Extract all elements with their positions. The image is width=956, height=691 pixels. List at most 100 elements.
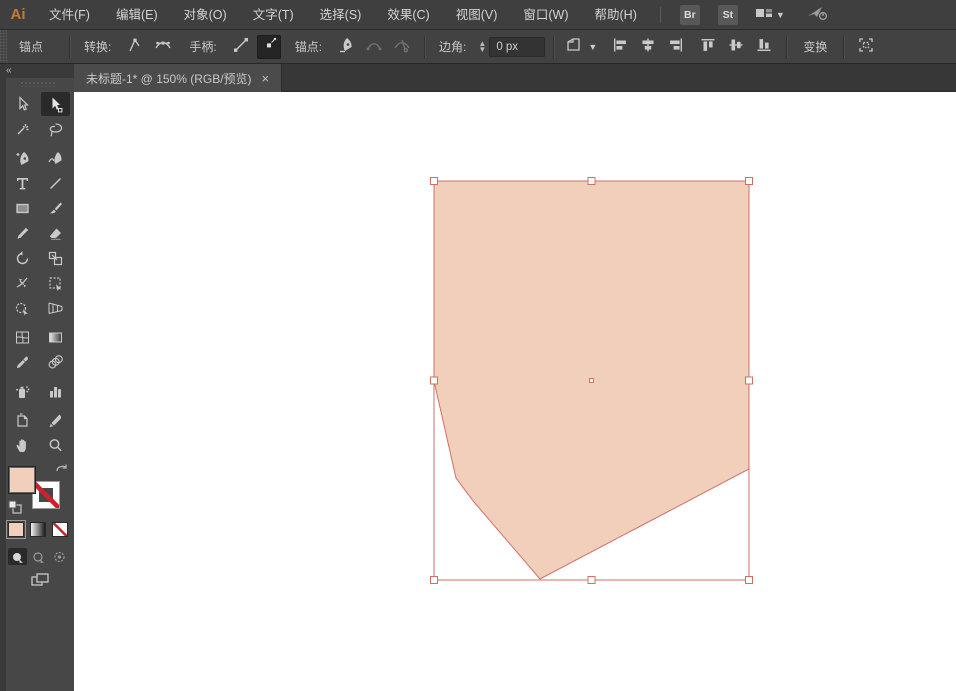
- line-segment-tool[interactable]: [41, 171, 70, 195]
- shape-builder-tool[interactable]: [8, 296, 37, 320]
- menu-object[interactable]: 对象(O): [171, 0, 240, 30]
- width-tool[interactable]: [8, 271, 37, 295]
- draw-inside-button[interactable]: [50, 548, 69, 565]
- artboard-tool[interactable]: [8, 408, 37, 432]
- symbol-sprayer-tool[interactable]: [8, 379, 37, 403]
- color-button[interactable]: [6, 520, 26, 539]
- connect-path-button[interactable]: [362, 35, 386, 59]
- close-icon[interactable]: ×: [262, 72, 270, 85]
- default-fill-stroke-icon[interactable]: [8, 500, 22, 519]
- blend-tool[interactable]: [41, 350, 70, 374]
- hide-handles-button[interactable]: [256, 34, 281, 59]
- lasso-tool[interactable]: [41, 117, 70, 141]
- type-tool[interactable]: [8, 171, 37, 195]
- convert-to-smooth-button[interactable]: [151, 35, 175, 59]
- rectangle-tool[interactable]: [8, 196, 37, 220]
- convert-to-corner-button[interactable]: [123, 35, 147, 59]
- rotate-tool[interactable]: [8, 246, 37, 270]
- cut-path-button[interactable]: [390, 35, 414, 59]
- stroke-swatch[interactable]: [32, 481, 60, 509]
- menu-effect[interactable]: 效果(C): [374, 0, 442, 30]
- slice-icon: [47, 412, 64, 429]
- stock-button[interactable]: St: [717, 4, 738, 25]
- handles-label: 手柄:: [189, 40, 217, 54]
- drawing-mode-buttons: [8, 548, 69, 565]
- divider: [786, 35, 788, 58]
- paintbrush-tool[interactable]: [41, 196, 70, 220]
- eraser-tool[interactable]: [41, 221, 70, 245]
- convert-to-smooth-icon: [154, 36, 172, 57]
- eyedropper-tool[interactable]: [8, 350, 37, 374]
- screen-mode-button[interactable]: [30, 572, 50, 593]
- fill-swatch[interactable]: [8, 466, 36, 494]
- gpu-performance-button[interactable]: [807, 5, 829, 24]
- collapse-dock-button[interactable]: «: [0, 64, 74, 78]
- corner-radius-input[interactable]: [489, 36, 546, 57]
- workspace-switcher-icon: [755, 6, 773, 23]
- align-left-button[interactable]: [608, 35, 632, 59]
- show-handles-button[interactable]: [229, 35, 253, 59]
- perspective-grid-tool[interactable]: [41, 296, 70, 320]
- hand-tool[interactable]: [8, 433, 37, 457]
- menu-help[interactable]: 帮助(H): [582, 0, 650, 30]
- menu-edit[interactable]: 编辑(E): [103, 0, 171, 30]
- zoom-icon: [47, 437, 64, 454]
- fill-stroke-controls: [6, 460, 72, 660]
- align-right-button[interactable]: [664, 35, 688, 59]
- pencil-tool[interactable]: [8, 221, 37, 245]
- align-h-center-button[interactable]: [636, 35, 660, 59]
- menu-window[interactable]: 窗口(W): [510, 0, 581, 30]
- align-bottom-button[interactable]: [752, 35, 776, 59]
- blend-icon: [47, 354, 64, 371]
- artboard-options-button[interactable]: ▼: [564, 35, 598, 59]
- align-right-icon: [668, 37, 684, 56]
- dock-grip[interactable]: [20, 81, 56, 87]
- selection-tool[interactable]: [8, 92, 37, 116]
- pen-tool[interactable]: [8, 146, 37, 170]
- workspace-switcher-button[interactable]: ▼: [755, 6, 785, 23]
- gradient-button[interactable]: [30, 522, 46, 537]
- chevron-down-icon: ▼: [775, 9, 785, 20]
- transform-button[interactable]: 变换: [795, 35, 835, 58]
- context-label: 锚点: [19, 40, 44, 54]
- remove-anchor-button[interactable]: [334, 35, 358, 59]
- mesh-icon: [14, 329, 31, 346]
- none-button[interactable]: [52, 522, 68, 537]
- zoom-tool[interactable]: [41, 433, 70, 457]
- align-top-button[interactable]: [696, 35, 720, 59]
- menu-select[interactable]: 选择(S): [307, 0, 375, 30]
- align-v-center-button[interactable]: [724, 35, 748, 59]
- isolate-selection-button[interactable]: [854, 35, 878, 59]
- divider: [553, 35, 555, 58]
- bridge-button[interactable]: Br: [679, 4, 700, 25]
- artboard-options-icon: [565, 36, 585, 57]
- document-canvas[interactable]: [74, 92, 956, 691]
- none-slash-icon: [33, 482, 59, 508]
- scale-tool[interactable]: [41, 246, 70, 270]
- paintbrush-icon: [47, 200, 64, 217]
- column-graph-tool[interactable]: [41, 379, 70, 403]
- menu-file[interactable]: 文件(F): [36, 0, 103, 30]
- slice-tool[interactable]: [41, 408, 70, 432]
- stepper-down-icon[interactable]: ▼: [478, 45, 486, 53]
- mesh-tool[interactable]: [8, 325, 37, 349]
- gradient-tool[interactable]: [41, 325, 70, 349]
- direct-selection-tool[interactable]: [41, 92, 70, 116]
- menu-type[interactable]: 文字(T): [240, 0, 307, 30]
- corner-stepper[interactable]: ▲ ▼: [478, 39, 486, 53]
- draw-normal-button[interactable]: [8, 548, 27, 565]
- document-tab[interactable]: 未标题-1* @ 150% (RGB/预览) ×: [74, 64, 283, 92]
- align-left-icon: [612, 37, 628, 56]
- collapse-icon: «: [6, 65, 12, 76]
- type-icon: [14, 175, 31, 192]
- draw-behind-button[interactable]: [29, 548, 48, 565]
- menu-view[interactable]: 视图(V): [443, 0, 511, 30]
- control-bar-grip[interactable]: [0, 30, 7, 63]
- toolbar-panel: «: [0, 64, 74, 691]
- magic-wand-tool[interactable]: [8, 117, 37, 141]
- free-transform-tool[interactable]: [41, 271, 70, 295]
- swap-fill-stroke-icon[interactable]: [54, 462, 68, 480]
- curvature-tool[interactable]: [41, 146, 70, 170]
- align-bottom-icon: [756, 37, 772, 56]
- curvature-icon: [47, 150, 64, 167]
